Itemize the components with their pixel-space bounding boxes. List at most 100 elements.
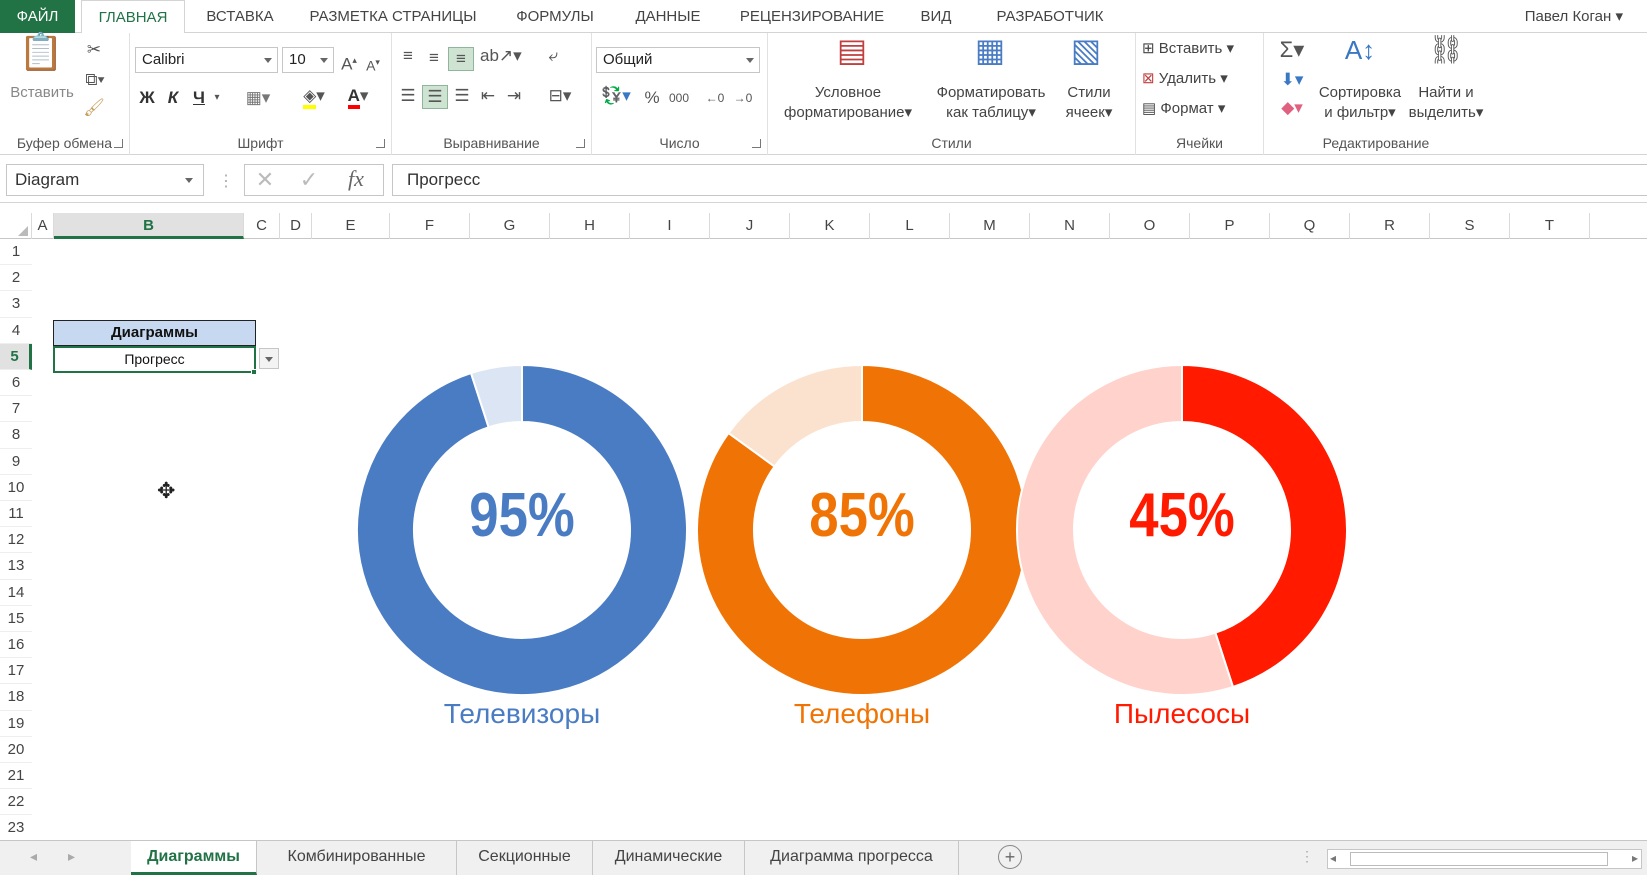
- sheet-tab-diagrams[interactable]: Диаграммы: [131, 841, 257, 875]
- column-header-j[interactable]: J: [710, 213, 790, 239]
- chevron-down-icon[interactable]: ▾: [210, 87, 224, 109]
- cell-styles-button[interactable]: Стили ячеек▾: [1056, 83, 1122, 123]
- align-middle-icon[interactable]: ≡: [422, 47, 446, 69]
- select-all-corner[interactable]: [0, 213, 32, 239]
- column-header-e[interactable]: E: [312, 213, 390, 239]
- sheet-tab-combined[interactable]: Комбинированные: [257, 841, 457, 875]
- name-box[interactable]: Diagram: [6, 164, 204, 196]
- column-header-g[interactable]: G: [470, 213, 550, 239]
- binoculars-icon[interactable]: ⛓: [1424, 36, 1468, 79]
- cell-b4[interactable]: Диаграммы: [53, 320, 256, 346]
- percent-button[interactable]: %: [642, 87, 662, 109]
- orientation-icon[interactable]: ab↗▾: [480, 45, 522, 67]
- row-header-1[interactable]: 1: [0, 239, 32, 266]
- column-header-d[interactable]: D: [280, 213, 312, 239]
- add-sheet-button[interactable]: +: [998, 845, 1022, 869]
- scroll-thumb[interactable]: [1350, 852, 1608, 866]
- row-header-3[interactable]: 3: [0, 291, 32, 318]
- tab-home[interactable]: ГЛАВНАЯ: [81, 0, 185, 34]
- alignment-launcher-icon[interactable]: [576, 139, 585, 148]
- sheet-tab-progress[interactable]: Диаграмма прогресса: [745, 841, 959, 875]
- row-header-6[interactable]: 6: [0, 370, 32, 397]
- cancel-icon[interactable]: ✕: [251, 169, 279, 191]
- borders-icon[interactable]: ▦▾: [238, 87, 278, 109]
- row-header-11[interactable]: 11: [0, 501, 32, 528]
- donut-chart-2[interactable]: 85% Телефоны: [692, 360, 1042, 770]
- find-select-button[interactable]: Найти и выделить▾: [1406, 83, 1486, 123]
- row-header-5[interactable]: 5: [0, 343, 32, 370]
- cell-styles-icon[interactable]: ▧: [1064, 34, 1108, 83]
- column-header-a[interactable]: A: [32, 213, 54, 239]
- column-header-k[interactable]: K: [790, 213, 870, 239]
- row-header-17[interactable]: 17: [0, 658, 32, 685]
- prev-sheet-icon[interactable]: ◂: [30, 848, 37, 865]
- row-header-15[interactable]: 15: [0, 606, 32, 632]
- align-right-icon[interactable]: ☰: [450, 85, 474, 107]
- autosum-icon[interactable]: Σ▾: [1272, 39, 1312, 61]
- conditional-formatting-button[interactable]: Условное форматирование▾: [770, 83, 926, 123]
- delete-cells-button[interactable]: ⊠ Удалить ▾: [1142, 69, 1228, 89]
- enter-icon[interactable]: ✓: [295, 169, 323, 191]
- increase-indent-icon[interactable]: ⇥: [502, 85, 526, 107]
- user-account[interactable]: Павел Коган ▾: [1525, 0, 1623, 33]
- align-left-icon[interactable]: ☰: [396, 85, 420, 107]
- number-format-combo[interactable]: Общий: [596, 47, 760, 73]
- format-painter-icon[interactable]: 🖌: [82, 97, 106, 119]
- clipboard-paste-icon[interactable]: 📋: [14, 34, 68, 85]
- fill-handle[interactable]: [251, 369, 257, 375]
- formula-input[interactable]: Прогресс: [392, 164, 1647, 196]
- column-header-s[interactable]: S: [1430, 213, 1510, 239]
- font-color-icon[interactable]: A▾: [338, 85, 378, 109]
- data-validation-dropdown[interactable]: [259, 348, 279, 369]
- decrease-decimal-icon[interactable]: →0: [730, 87, 756, 109]
- row-header-4[interactable]: 4: [0, 318, 32, 344]
- tab-formulas[interactable]: ФОРМУЛЫ: [500, 0, 610, 33]
- column-header-o[interactable]: O: [1110, 213, 1190, 239]
- row-header-18[interactable]: 18: [0, 684, 32, 711]
- sort-filter-button[interactable]: Сортировка и фильтр▾: [1314, 83, 1406, 123]
- fill-color-icon[interactable]: ◈▾: [294, 85, 334, 109]
- row-header-12[interactable]: 12: [0, 527, 32, 554]
- currency-icon[interactable]: 💱▾: [596, 85, 636, 107]
- tab-view[interactable]: ВИД: [906, 0, 966, 33]
- font-launcher-icon[interactable]: [376, 139, 385, 148]
- row-header-2[interactable]: 2: [0, 265, 32, 292]
- insert-cells-button[interactable]: ⊞ Вставить ▾: [1142, 39, 1234, 59]
- format-as-table-button[interactable]: Форматировать как таблицу▾: [928, 83, 1054, 123]
- conditional-formatting-icon[interactable]: ▤: [830, 34, 874, 83]
- underline-button[interactable]: Ч: [188, 87, 210, 109]
- tab-developer[interactable]: РАЗРАБОТЧИК: [975, 0, 1125, 33]
- horizontal-scrollbar[interactable]: ◂ ▸: [1327, 849, 1642, 869]
- wrap-text-icon[interactable]: ⤶: [540, 45, 566, 67]
- insert-function-button[interactable]: fx: [339, 168, 373, 190]
- tab-file[interactable]: ФАЙЛ: [0, 0, 75, 33]
- donut-chart-3[interactable]: 45% Пылесосы: [1012, 360, 1362, 770]
- row-header-21[interactable]: 21: [0, 763, 32, 790]
- cut-icon[interactable]: ✂: [82, 39, 106, 61]
- cell-b5-selected[interactable]: Прогресс: [53, 346, 256, 373]
- align-center-icon[interactable]: ☰: [422, 85, 448, 109]
- tab-review[interactable]: РЕЦЕНЗИРОВАНИЕ: [724, 0, 900, 33]
- row-header-13[interactable]: 13: [0, 553, 32, 580]
- scroll-right-icon[interactable]: ▸: [1632, 851, 1638, 865]
- column-header-h[interactable]: H: [550, 213, 630, 239]
- number-launcher-icon[interactable]: [752, 139, 761, 148]
- format-as-table-icon[interactable]: ▦: [968, 34, 1012, 83]
- row-header-14[interactable]: 14: [0, 580, 32, 606]
- sheet-tab-sectional[interactable]: Секционные: [457, 841, 593, 875]
- row-header-19[interactable]: 19: [0, 711, 32, 737]
- column-header-i[interactable]: I: [630, 213, 710, 239]
- align-bottom-icon[interactable]: ≡: [448, 47, 474, 71]
- column-header-l[interactable]: L: [870, 213, 950, 239]
- tab-insert[interactable]: ВСТАВКА: [190, 0, 290, 33]
- format-cells-button[interactable]: ▤ Формат ▾: [1142, 99, 1225, 119]
- font-name-combo[interactable]: Calibri: [135, 47, 278, 73]
- merge-center-icon[interactable]: ⊟▾: [540, 85, 580, 107]
- sort-filter-icon[interactable]: A↕: [1338, 37, 1382, 79]
- clipboard-launcher-icon[interactable]: [114, 139, 123, 148]
- tab-data[interactable]: ДАННЫЕ: [622, 0, 714, 33]
- fill-icon[interactable]: ⬇▾: [1272, 69, 1312, 91]
- bold-button[interactable]: Ж: [136, 87, 158, 109]
- column-header-q[interactable]: Q: [1270, 213, 1350, 239]
- row-header-8[interactable]: 8: [0, 422, 32, 449]
